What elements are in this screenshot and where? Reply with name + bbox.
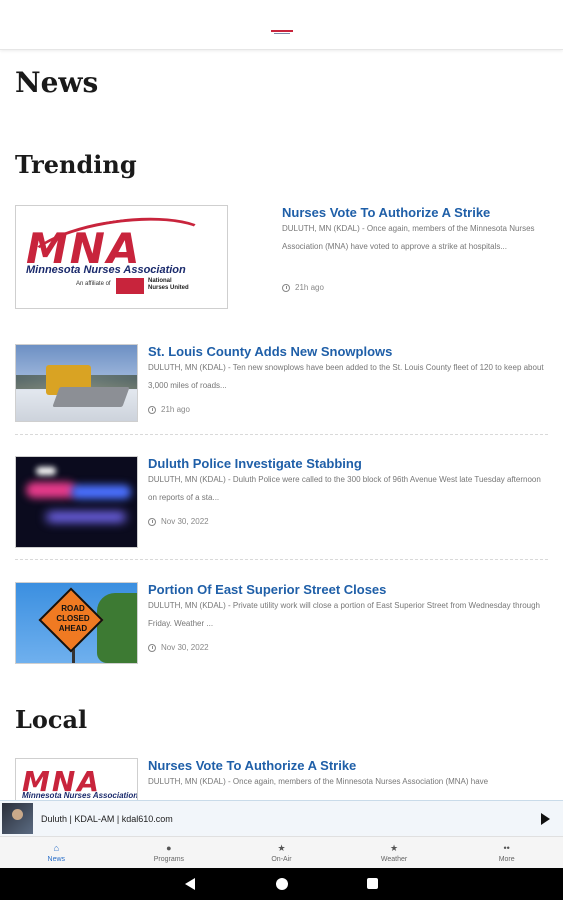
tab-label: Weather bbox=[380, 856, 408, 863]
clock-icon bbox=[282, 283, 290, 292]
now-playing-bar[interactable]: Duluth | KDAL-AM | kdal610.com bbox=[0, 800, 563, 836]
article-card[interactable]: MNA Minnesota Nurses Association An affi… bbox=[15, 205, 548, 315]
article-title[interactable]: Nurses Vote To Authorize A Strike bbox=[148, 758, 356, 773]
mna-logo-name: Minnesota Nurses Association bbox=[22, 791, 138, 800]
mic-icon: ● bbox=[166, 843, 172, 853]
article-card[interactable]: MNA Minnesota Nurses Association Nurses … bbox=[15, 758, 548, 800]
article-timestamp: Nov 30, 2022 bbox=[148, 517, 209, 526]
road-sign-text: ROAD CLOSED AHEAD bbox=[56, 604, 90, 633]
clock-icon bbox=[148, 517, 156, 526]
page-title: News bbox=[15, 66, 99, 99]
divider bbox=[15, 559, 548, 560]
home-button-icon[interactable] bbox=[276, 878, 288, 890]
nnu-logo-icon bbox=[116, 278, 144, 294]
divider bbox=[15, 434, 548, 435]
article-card[interactable]: St. Louis County Adds New Snowplows DULU… bbox=[15, 344, 548, 424]
star-icon: ★ bbox=[390, 843, 399, 853]
station-logo-icon[interactable] bbox=[271, 30, 293, 36]
tab-programs[interactable]: ● Programs bbox=[113, 837, 226, 868]
article-timestamp: 21h ago bbox=[282, 283, 324, 292]
tab-label: On-Air bbox=[271, 856, 292, 863]
station-name: Duluth | KDAL-AM | kdal610.com bbox=[41, 813, 173, 824]
section-heading-local: Local bbox=[15, 705, 88, 734]
tab-news[interactable]: ⌂ News bbox=[0, 837, 113, 868]
article-title[interactable]: Nurses Vote To Authorize A Strike bbox=[282, 205, 490, 220]
mna-logo-name: Minnesota Nurses Association bbox=[26, 264, 186, 276]
top-app-bar bbox=[0, 0, 563, 50]
timestamp-text: Nov 30, 2022 bbox=[161, 517, 209, 526]
play-icon[interactable] bbox=[535, 809, 555, 829]
article-thumbnail[interactable] bbox=[15, 344, 138, 422]
tab-label: More bbox=[498, 856, 515, 863]
article-title[interactable]: St. Louis County Adds New Snowplows bbox=[148, 344, 392, 359]
timestamp-text: Nov 30, 2022 bbox=[161, 643, 209, 652]
home-icon: ⌂ bbox=[53, 843, 60, 853]
article-timestamp: Nov 30, 2022 bbox=[148, 643, 209, 652]
tab-label: News bbox=[47, 856, 66, 863]
section-heading-trending: Trending bbox=[15, 150, 137, 179]
system-nav-bar bbox=[0, 868, 563, 900]
tab-on-air[interactable]: ★ On-Air bbox=[225, 837, 338, 868]
article-card[interactable]: Duluth Police Investigate Stabbing DULUT… bbox=[15, 456, 548, 548]
article-card[interactable]: ROAD CLOSED AHEAD Portion Of East Superi… bbox=[15, 582, 548, 664]
recents-icon[interactable] bbox=[367, 878, 378, 889]
clock-icon bbox=[148, 643, 156, 652]
more-icon: •• bbox=[503, 843, 510, 853]
timestamp-text: 21h ago bbox=[295, 283, 324, 292]
article-snippet: DULUTH, MN (KDAL) - Once again, members … bbox=[148, 777, 489, 786]
station-artwork[interactable] bbox=[2, 803, 33, 834]
article-thumbnail[interactable] bbox=[15, 456, 138, 548]
article-timestamp: 21h ago bbox=[148, 405, 190, 414]
article-snippet: DULUTH, MN (KDAL) - Once again, members … bbox=[282, 224, 535, 251]
back-icon[interactable] bbox=[185, 878, 195, 890]
clock-icon bbox=[148, 405, 156, 414]
article-title[interactable]: Duluth Police Investigate Stabbing bbox=[148, 456, 362, 471]
nnu-logo-text: National Nurses United bbox=[148, 278, 189, 291]
article-thumbnail[interactable]: MNA Minnesota Nurses Association bbox=[15, 758, 138, 800]
bottom-tab-bar: ⌂ News ● Programs ★ On-Air ★ Weather •• … bbox=[0, 836, 563, 868]
article-thumbnail[interactable]: MNA Minnesota Nurses Association An affi… bbox=[15, 205, 228, 309]
star-icon: ★ bbox=[277, 843, 286, 853]
article-snippet: DULUTH, MN (KDAL) - Private utility work… bbox=[148, 601, 540, 628]
news-feed[interactable]: News Trending MNA Minnesota Nurses Assoc… bbox=[0, 50, 563, 800]
tab-label: Programs bbox=[153, 856, 185, 863]
timestamp-text: 21h ago bbox=[161, 405, 190, 414]
article-snippet: DULUTH, MN (KDAL) - Duluth Police were c… bbox=[148, 475, 541, 502]
tab-more[interactable]: •• More bbox=[450, 837, 563, 868]
tab-weather[interactable]: ★ Weather bbox=[338, 837, 451, 868]
article-thumbnail[interactable]: ROAD CLOSED AHEAD bbox=[15, 582, 138, 664]
article-title[interactable]: Portion Of East Superior Street Closes bbox=[148, 582, 386, 597]
app-window: News Trending MNA Minnesota Nurses Assoc… bbox=[0, 0, 563, 900]
article-snippet: DULUTH, MN (KDAL) - Ten new snowplows ha… bbox=[148, 363, 544, 390]
mna-logo-affiliation: An affiliate of bbox=[76, 281, 111, 287]
